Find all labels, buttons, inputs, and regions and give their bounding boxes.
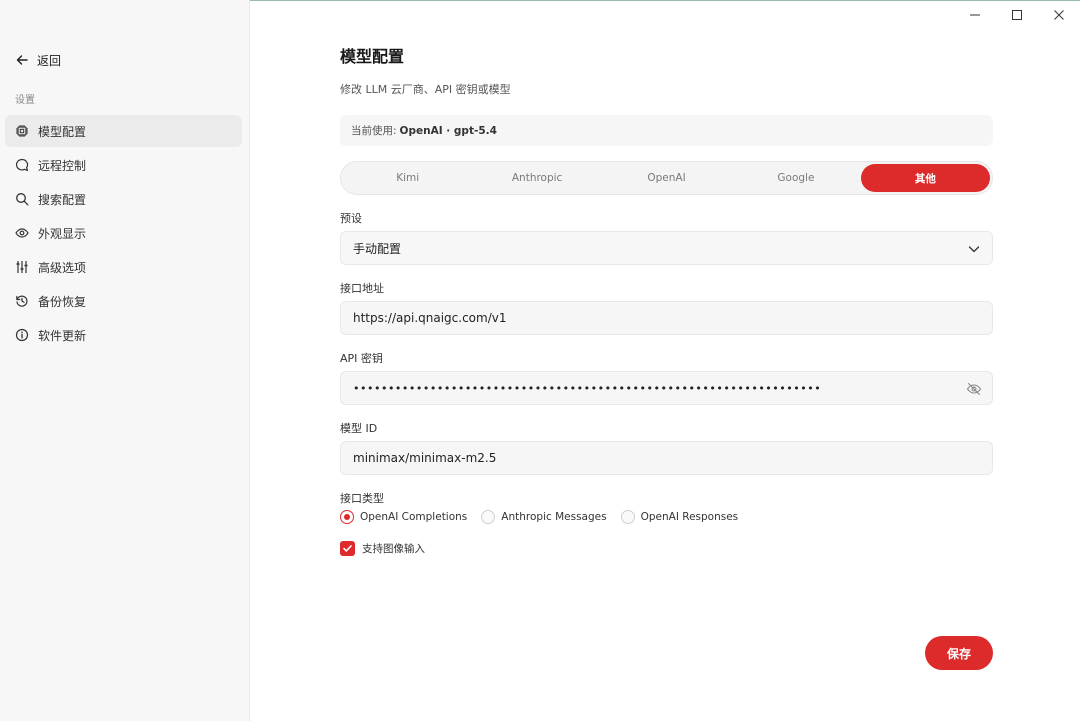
model-id-value: minimax/minimax-m2.5 [353, 451, 497, 465]
back-button[interactable]: 返回 [15, 51, 61, 69]
close-button[interactable] [1038, 0, 1080, 30]
radio-indicator [481, 510, 496, 524]
chevron-down-icon [968, 246, 980, 253]
provider-tabs: Kimi Anthropic OpenAI Google 其他 [340, 161, 993, 195]
sidebar-item-label: 备份恢复 [38, 294, 87, 309]
checkmark-icon [343, 545, 352, 552]
radio-openai-responses[interactable]: OpenAI Responses [620, 510, 739, 524]
arrow-left-icon [16, 55, 28, 65]
page-title: 模型配置 [340, 47, 405, 66]
sidebar-item-model-config[interactable]: 模型配置 [5, 115, 242, 147]
radio-anthropic-messages[interactable]: Anthropic Messages [481, 510, 607, 524]
sidebar-nav: 模型配置 远程控制 搜索配置 外观显示 高级选项 备份恢复 软件更新 [5, 115, 242, 353]
tab-other[interactable]: 其他 [860, 164, 991, 192]
radio-openai-completions[interactable]: OpenAI Completions [340, 510, 467, 524]
radio-label: Anthropic Messages [501, 511, 607, 523]
preset-value: 手动配置 [353, 241, 402, 256]
image-input-checkbox[interactable]: 支持图像输入 [340, 541, 425, 556]
back-label: 返回 [37, 53, 62, 68]
radio-indicator [620, 510, 635, 524]
search-icon [16, 193, 29, 206]
endpoint-value: https://api.qnaigc.com/v1 [353, 311, 507, 325]
sliders-icon [16, 261, 28, 273]
sidebar-item-search-config[interactable]: 搜索配置 [5, 183, 242, 215]
current-model-banner: 当前使用: OpenAI · gpt-5.4 [340, 115, 993, 146]
close-icon [1054, 10, 1064, 20]
sidebar: 返回 设置 模型配置 远程控制 搜索配置 外观显示 高级选项 备份恢复 软件更新 [0, 0, 250, 721]
maximize-icon [1012, 10, 1022, 20]
current-model-prefix: 当前使用: [351, 125, 397, 137]
tab-google[interactable]: Google [731, 164, 860, 192]
radio-label: OpenAI Responses [640, 511, 739, 523]
sidebar-item-label: 模型配置 [38, 124, 87, 139]
model-id-label: 模型 ID [340, 422, 378, 435]
radio-label: OpenAI Completions [360, 511, 468, 523]
minimize-button[interactable] [954, 0, 996, 30]
sidebar-item-label: 高级选项 [38, 260, 87, 275]
tab-openai[interactable]: OpenAI [602, 164, 731, 192]
preset-label: 预设 [340, 212, 362, 225]
settings-section-label: 设置 [15, 95, 35, 106]
current-model-value: OpenAI · gpt-5.4 [399, 124, 497, 137]
tab-kimi[interactable]: Kimi [343, 164, 472, 192]
sidebar-item-backup[interactable]: 备份恢复 [5, 285, 242, 317]
sidebar-item-update[interactable]: 软件更新 [5, 319, 242, 351]
save-button[interactable]: 保存 [925, 636, 993, 670]
page-subtitle: 修改 LLM 云厂商、API 密钥或模型 [340, 83, 511, 96]
radio-selected-indicator [340, 510, 354, 524]
sidebar-item-appearance[interactable]: 外观显示 [5, 217, 242, 249]
info-icon [15, 328, 29, 342]
history-icon [16, 295, 28, 307]
api-type-label: 接口类型 [340, 492, 384, 505]
sidebar-item-label: 外观显示 [38, 226, 87, 241]
minimize-icon [970, 14, 980, 16]
maximize-button[interactable] [996, 0, 1038, 30]
endpoint-label: 接口地址 [340, 282, 384, 295]
chat-bubble-icon [15, 158, 29, 172]
api-key-value: ••••••••••••••••••••••••••••••••••••••••… [353, 381, 822, 395]
eye-icon [15, 228, 29, 238]
preset-select[interactable]: 手动配置 [340, 231, 993, 265]
sidebar-item-label: 搜索配置 [38, 192, 87, 207]
checkbox-checked-indicator [340, 541, 355, 556]
window-controls [954, 0, 1080, 30]
tab-anthropic[interactable]: Anthropic [472, 164, 601, 192]
endpoint-input[interactable]: https://api.qnaigc.com/v1 [340, 301, 993, 335]
api-type-radio-group: OpenAI Completions Anthropic Messages Op… [340, 510, 752, 524]
chip-icon [16, 125, 28, 137]
eye-off-icon[interactable] [966, 381, 982, 397]
image-input-label: 支持图像输入 [362, 543, 425, 555]
api-key-input[interactable]: ••••••••••••••••••••••••••••••••••••••••… [340, 371, 993, 405]
api-key-label: API 密钥 [340, 352, 383, 365]
sidebar-item-remote-control[interactable]: 远程控制 [5, 149, 242, 181]
sidebar-item-label: 远程控制 [38, 158, 87, 173]
model-id-input[interactable]: minimax/minimax-m2.5 [340, 441, 993, 475]
sidebar-item-advanced[interactable]: 高级选项 [5, 251, 242, 283]
sidebar-item-label: 软件更新 [38, 328, 87, 343]
